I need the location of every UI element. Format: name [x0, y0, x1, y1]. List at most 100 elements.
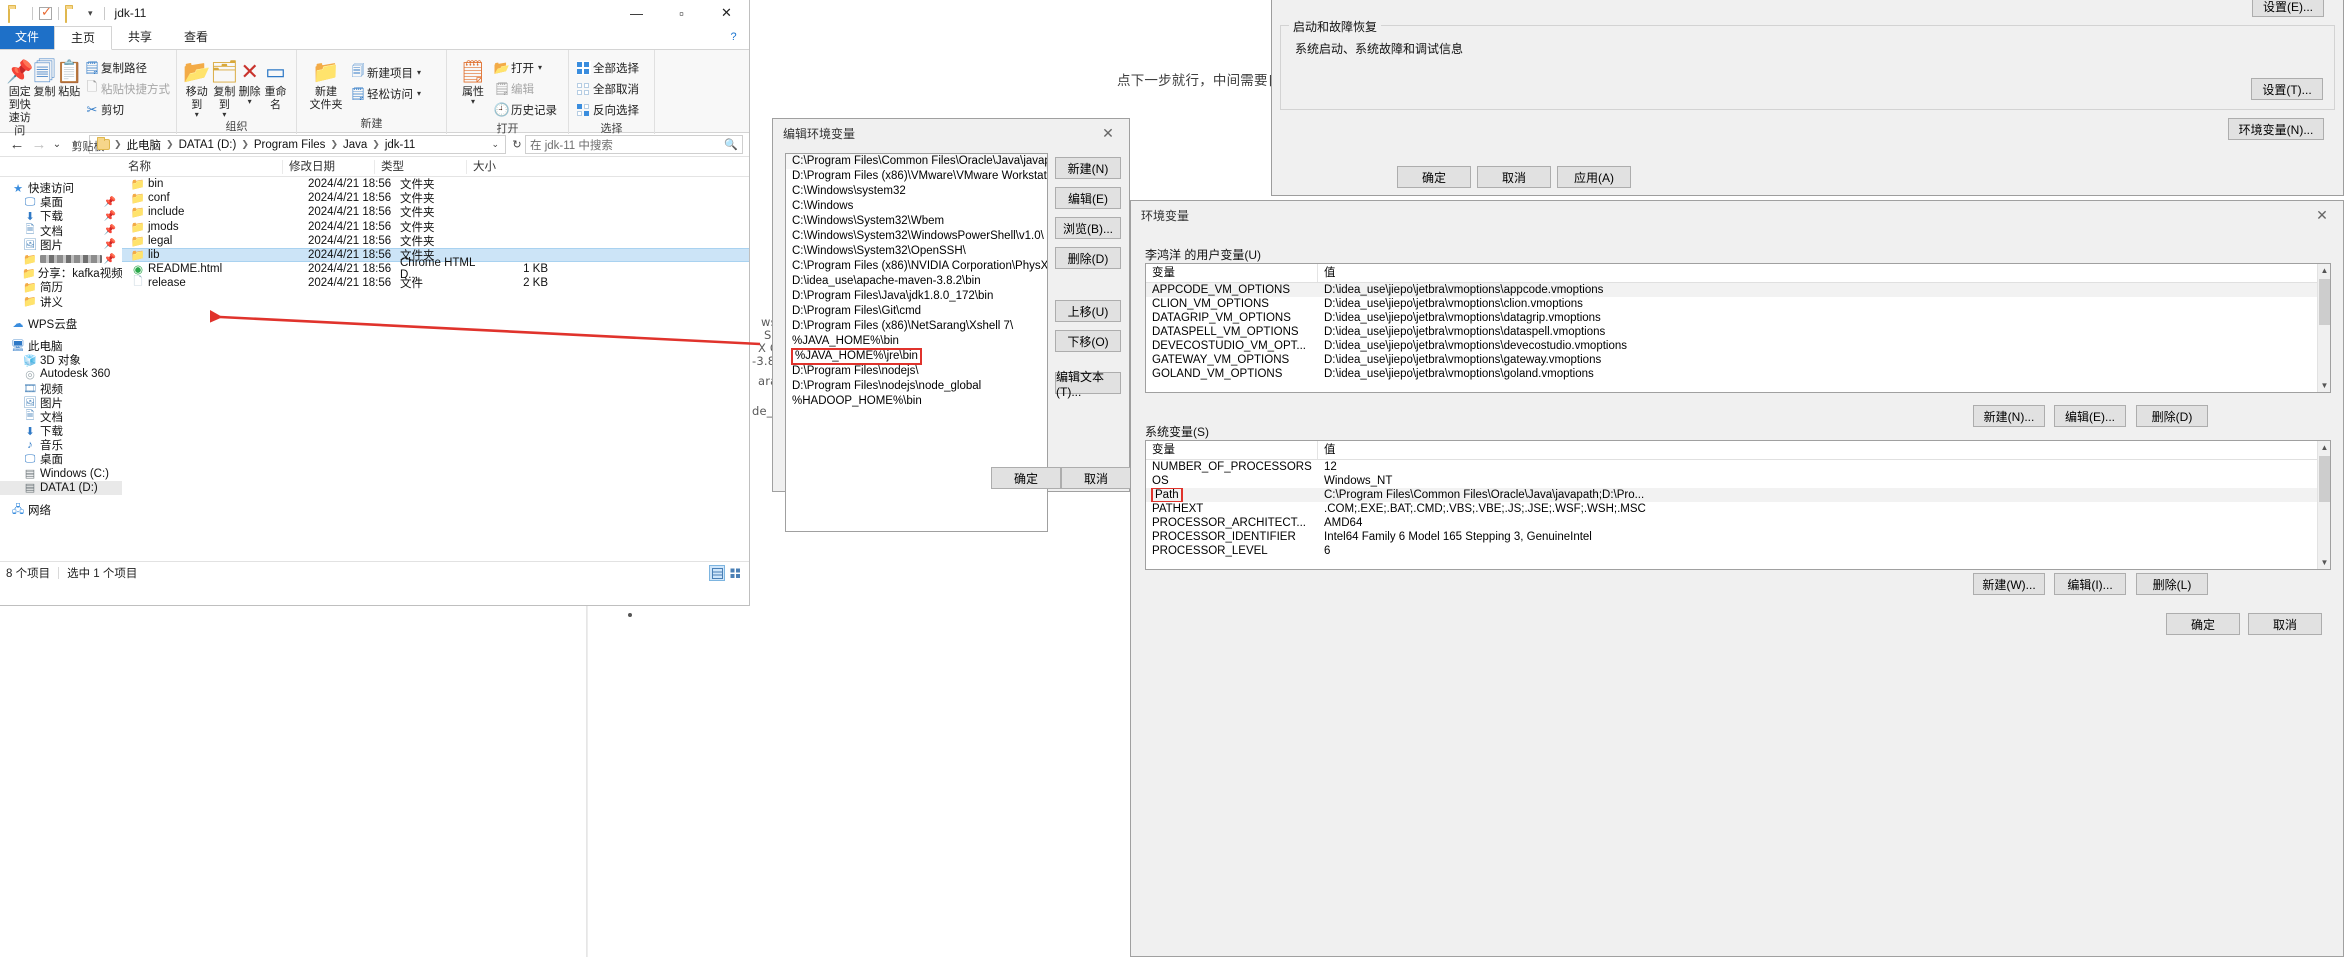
scrollbar-thumb[interactable] — [2319, 279, 2330, 325]
table-row[interactable]: PATHEXT.COM;.EXE;.BAT;.CMD;.VBS;.VBE;.JS… — [1146, 502, 2330, 516]
settings-button-startup[interactable]: 设置(T)... — [2251, 78, 2323, 100]
tab-view[interactable]: 查看 — [168, 26, 224, 49]
sidebar-item-网络[interactable]: 🖧网络 — [0, 503, 122, 517]
system-variables-table[interactable]: 变量值NUMBER_OF_PROCESSORS12OSWindows_NTPat… — [1145, 440, 2331, 570]
breadcrumb-item-data1[interactable]: DATA1 (D:) — [175, 139, 241, 151]
table-row[interactable]: 📁conf2024/4/21 18:56文件夹 — [122, 191, 749, 205]
sidebar-item-音乐[interactable]: ♪音乐 — [0, 438, 122, 452]
tab-file[interactable]: 文件 — [0, 26, 54, 49]
invert-selection-button[interactable]: 反向选择 — [575, 99, 639, 120]
new-item-button[interactable]: 🗐 新建项目 ▾ — [349, 62, 421, 83]
sidebar-item-桌面[interactable]: 🖵桌面 — [0, 452, 122, 466]
sidebar-item-此电脑[interactable]: 🖥此电脑 — [0, 339, 122, 353]
path-entry[interactable]: D:\Program Files\Git\cmd — [786, 304, 1047, 319]
path-entry[interactable]: C:\Windows\System32\WindowsPowerShell\v1… — [786, 229, 1047, 244]
cancel-button-edit-env[interactable]: 取消 — [1061, 467, 1131, 489]
sidebar-item-redacted[interactable]: 📁📌 — [0, 252, 122, 266]
folder-icon[interactable] — [8, 8, 21, 19]
environment-variables-button[interactable]: 环境变量(N)... — [2228, 118, 2324, 140]
path-entry[interactable]: C:\Program Files\Common Files\Oracle\Jav… — [786, 154, 1047, 169]
table-row[interactable]: 📁include2024/4/21 18:56文件夹 — [122, 205, 749, 219]
new-button[interactable]: 新建(N) — [1055, 157, 1121, 179]
vertical-scrollbar[interactable]: ▲▼ — [2317, 264, 2330, 392]
path-entry[interactable]: C:\Windows — [786, 199, 1047, 214]
chevron-down-icon[interactable]: ▾ — [417, 68, 421, 77]
chevron-down-icon[interactable]: ▾ — [417, 89, 421, 98]
column-header-value[interactable]: 值 — [1318, 264, 2308, 282]
column-header-name[interactable]: 名称 — [122, 160, 282, 174]
path-entry-highlighted[interactable]: %JAVA_HOME%\jre\bin — [792, 349, 921, 364]
close-button[interactable]: ✕ — [704, 0, 749, 26]
minimize-button[interactable]: — — [614, 0, 659, 26]
edit-user-var-button[interactable]: 编辑(E)... — [2054, 405, 2126, 427]
edit-text-button[interactable]: 编辑文本(T)... — [1055, 372, 1121, 394]
edit-system-var-button[interactable]: 编辑(I)... — [2054, 573, 2126, 595]
table-row[interactable]: APPCODE_VM_OPTIONSD:\idea_use\jiepo\jetb… — [1146, 283, 2330, 297]
path-entry[interactable]: D:\Program Files (x86)\NetSarang\Xshell … — [786, 319, 1047, 334]
path-entry[interactable]: C:\Program Files (x86)\NVIDIA Corporatio… — [786, 259, 1047, 274]
table-row[interactable]: 📁jmods2024/4/21 18:56文件夹 — [122, 220, 749, 234]
sidebar-item-windows-c-[interactable]: ▤Windows (C:) — [0, 467, 122, 481]
delete-button[interactable]: 删除(D) — [1055, 247, 1121, 269]
user-variables-table[interactable]: 变量值APPCODE_VM_OPTIONSD:\idea_use\jiepo\j… — [1145, 263, 2331, 393]
move-up-button[interactable]: 上移(U) — [1055, 300, 1121, 322]
delete-button[interactable]: ✕ 删除 ▾ — [238, 54, 261, 105]
settings-button-performance[interactable]: 设置(E)... — [2252, 0, 2324, 17]
sidebar-item-桌面[interactable]: 🖵桌面📌 — [0, 195, 122, 209]
help-icon[interactable]: ? — [726, 29, 741, 44]
table-row[interactable]: PROCESSOR_IDENTIFIERIntel64 Family 6 Mod… — [1146, 530, 2330, 544]
table-row[interactable]: DATASPELL_VM_OPTIONSD:\idea_use\jiepo\je… — [1146, 325, 2330, 339]
breadcrumb-item-program-files[interactable]: Program Files — [250, 139, 330, 151]
refresh-button[interactable]: ↻ — [509, 138, 525, 151]
new-user-var-button[interactable]: 新建(N)... — [1973, 405, 2045, 427]
chevron-down-icon[interactable]: ▾ — [88, 8, 93, 19]
chevron-down-icon[interactable]: ▾ — [248, 99, 252, 105]
sidebar-item-讲义[interactable]: 📁讲义 — [0, 295, 122, 309]
path-entry[interactable]: D:\Program Files\nodejs\node_global — [786, 379, 1047, 394]
sidebar-item-图片[interactable]: 🖼图片 — [0, 396, 122, 410]
sidebar-item-图片[interactable]: 🖼图片📌 — [0, 238, 122, 252]
table-row[interactable]: PROCESSOR_ARCHITECT...AMD64 — [1146, 516, 2330, 530]
sidebar-item-视频[interactable]: 🎞视频 — [0, 381, 122, 395]
table-row[interactable]: CLION_VM_OPTIONSD:\idea_use\jiepo\jetbra… — [1146, 297, 2330, 311]
scroll-up-arrow-icon[interactable]: ▲ — [2318, 264, 2331, 277]
table-row[interactable]: OSWindows_NT — [1146, 474, 2330, 488]
sidebar-item-分享-kafka视频课[interactable]: 📁分享：kafka视频课 — [0, 266, 122, 280]
large-icons-view-icon[interactable] — [727, 565, 743, 581]
breadcrumb-item-java[interactable]: Java — [339, 139, 371, 151]
path-entry[interactable]: C:\Windows\System32\Wbem — [786, 214, 1047, 229]
breadcrumb-item-jdk11[interactable]: jdk-11 — [381, 139, 419, 151]
table-row[interactable]: 🗋release2024/4/21 18:56文件2 KB — [122, 276, 749, 290]
rename-button[interactable]: ▭ 重命名 — [261, 54, 290, 112]
properties-button[interactable]: 🗒 属性 ▾ — [453, 54, 493, 105]
column-header-value[interactable]: 值 — [1318, 441, 2308, 459]
new-folder-button[interactable]: 📁 新建 文件夹 — [303, 54, 349, 112]
copy-button[interactable]: 🗐 复制 — [33, 54, 55, 99]
table-row[interactable]: ◉README.html2024/4/21 18:56Chrome HTML D… — [122, 262, 749, 276]
folder-icon[interactable] — [65, 8, 78, 19]
table-row[interactable]: GOLAND_VM_OPTIONSD:\idea_use\jiepo\jetbr… — [1146, 367, 2330, 381]
scroll-down-arrow-icon[interactable]: ▼ — [2318, 556, 2331, 569]
chevron-down-icon[interactable]: ⌄ — [491, 139, 501, 150]
sidebar-item-wps云盘[interactable]: ☁WPS云盘 — [0, 317, 122, 331]
delete-user-var-button[interactable]: 删除(D) — [2136, 405, 2208, 427]
path-entry[interactable]: %JAVA_HOME%\jre\bin — [786, 349, 1047, 364]
chevron-down-icon[interactable]: ▾ — [538, 63, 542, 72]
table-row[interactable]: 📁bin2024/4/21 18:56文件夹 — [122, 177, 749, 191]
scroll-down-arrow-icon[interactable]: ▼ — [2318, 379, 2331, 392]
edit-button[interactable]: 编辑(E) — [1055, 187, 1121, 209]
tab-share[interactable]: 共享 — [112, 26, 168, 49]
cut-button[interactable]: ✂ 剪切 — [83, 99, 170, 120]
cancel-button-env-vars[interactable]: 取消 — [2248, 613, 2322, 635]
table-row[interactable]: 📁legal2024/4/21 18:56文件夹 — [122, 234, 749, 248]
paste-button[interactable]: 📋 粘贴 — [56, 54, 83, 99]
sidebar-item-文档[interactable]: 🗎文档📌 — [0, 224, 122, 238]
move-down-button[interactable]: 下移(O) — [1055, 330, 1121, 352]
scrollbar-thumb[interactable] — [2319, 456, 2330, 502]
sidebar-item-3d-对象[interactable]: 🧊3D 对象 — [0, 353, 122, 367]
column-header-date[interactable]: 修改日期 — [282, 160, 374, 174]
copy-path-button[interactable]: 🗒 复制路径 — [83, 57, 170, 78]
close-icon[interactable]: ✕ — [1087, 119, 1129, 148]
easy-access-button[interactable]: 🗒 轻松访问 ▾ — [349, 83, 421, 104]
table-row[interactable]: PathC:\Program Files\Common Files\Oracle… — [1146, 488, 2330, 502]
